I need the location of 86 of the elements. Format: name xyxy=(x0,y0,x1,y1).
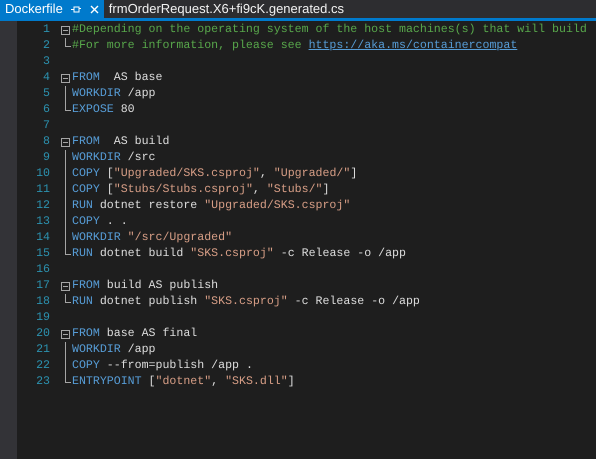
code-text: build AS publish xyxy=(106,278,218,294)
code-text: [ xyxy=(148,374,156,390)
line-number: 17 xyxy=(35,278,50,294)
code-string: "SKS.dll" xyxy=(225,374,288,390)
code-string: "/src/Upgraded" xyxy=(126,230,232,246)
code-text: -c Release -o /app xyxy=(294,294,420,310)
collapse-icon[interactable] xyxy=(61,330,70,338)
line-number: 11 xyxy=(35,182,50,198)
line-number: 23 xyxy=(35,374,50,390)
code-text: dotnet publish xyxy=(98,294,198,310)
line-number: 10 xyxy=(35,166,50,182)
line-number: 1 xyxy=(42,22,50,38)
code-string: "SKS.csproj" xyxy=(190,246,274,262)
line-number: 16 xyxy=(35,262,50,278)
collapse-icon[interactable] xyxy=(61,282,70,290)
code-text: base AS final xyxy=(106,326,198,342)
line-number: 7 xyxy=(42,118,50,134)
code-comment: #For more information, please see xyxy=(72,38,303,54)
code-text: AS build xyxy=(112,134,170,150)
line-number: 9 xyxy=(42,150,50,166)
line-number: 21 xyxy=(35,342,50,358)
line-number: 13 xyxy=(35,214,50,230)
collapse-icon[interactable] xyxy=(61,74,70,82)
code-text: ] xyxy=(350,166,358,182)
code-text: , xyxy=(211,374,220,390)
code-string: "Upgraded/" xyxy=(274,166,350,182)
line-number: 8 xyxy=(42,134,50,150)
code-keyword: WORKDIR xyxy=(72,230,121,246)
code-keyword: RUN xyxy=(72,198,93,214)
code-keyword: FROM xyxy=(72,326,100,342)
line-number: 14 xyxy=(35,230,50,246)
code-keyword: COPY xyxy=(72,214,100,230)
line-number: 15 xyxy=(35,246,50,262)
code-keyword: WORKDIR xyxy=(72,342,121,358)
code-text: . . xyxy=(106,214,128,230)
code-keyword: COPY xyxy=(72,182,100,198)
code-keyword: RUN xyxy=(72,294,93,310)
line-number: 3 xyxy=(42,54,50,70)
code-text: ] xyxy=(288,374,295,390)
close-icon[interactable] xyxy=(90,4,99,14)
line-number: 20 xyxy=(35,326,50,342)
code-string: "Upgraded/SKS.csproj" xyxy=(204,198,350,214)
code-keyword: FROM xyxy=(72,70,100,86)
line-number: 5 xyxy=(42,86,50,102)
collapse-icon[interactable] xyxy=(61,138,70,146)
code-text: , xyxy=(252,182,261,198)
code-text: /app xyxy=(126,86,156,102)
code-text: AS base xyxy=(112,70,162,86)
code-text: /src xyxy=(126,150,156,166)
code-comment: #Depending on the operating system of the host machines(s) that will build xyxy=(72,22,587,38)
code-keyword: FROM xyxy=(72,278,100,294)
code-string: "Upgraded/SKS.csproj" xyxy=(114,166,260,182)
code-keyword: COPY xyxy=(72,358,100,374)
code-keyword: RUN xyxy=(72,246,93,262)
code-keyword: EXPOSE xyxy=(72,102,114,118)
code-keyword: FROM xyxy=(72,134,100,150)
line-number: 6 xyxy=(42,102,50,118)
code-keyword: ENTRYPOINT xyxy=(72,374,142,390)
code-string: "Stubs/Stubs.csproj" xyxy=(114,182,253,198)
code-keyword: WORKDIR xyxy=(72,150,121,166)
code-text: -c Release -o /app xyxy=(280,246,406,262)
code-text: , xyxy=(260,166,268,182)
code-text: [ xyxy=(106,166,114,182)
code-string: "Stubs/" xyxy=(266,182,323,198)
code-string: "SKS.csproj" xyxy=(204,294,288,310)
collapse-icon[interactable] xyxy=(61,26,70,34)
code-text: [ xyxy=(106,182,114,198)
line-number: 2 xyxy=(42,38,50,54)
code-text: 80 xyxy=(120,102,135,118)
code-keyword: WORKDIR xyxy=(72,86,121,102)
code-text: dotnet build xyxy=(98,246,184,262)
pin-icon[interactable] xyxy=(70,4,82,14)
line-number: 19 xyxy=(35,310,50,326)
line-number: 22 xyxy=(35,358,50,374)
code-text: --from=publish /app . xyxy=(106,358,253,374)
line-number: 12 xyxy=(35,198,50,214)
code-string: "dotnet" xyxy=(156,374,212,390)
code-text: /app xyxy=(126,342,156,358)
editor-tab[interactable]: Dockerfile xyxy=(0,0,104,18)
code-keyword: COPY xyxy=(72,166,100,182)
code-link[interactable]: https://aka.ms/containercompat xyxy=(308,37,518,55)
tab-label: Dockerfile xyxy=(5,0,63,18)
code-text: dotnet restore xyxy=(98,198,198,214)
line-number: 18 xyxy=(35,294,50,310)
code-text: ] xyxy=(322,182,330,198)
line-number: 4 xyxy=(42,70,50,86)
